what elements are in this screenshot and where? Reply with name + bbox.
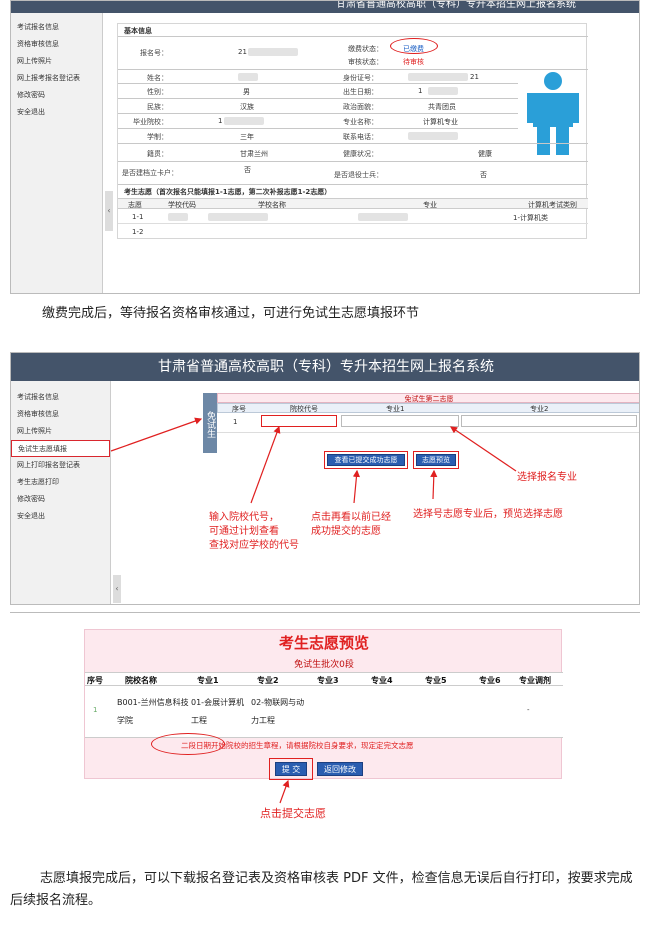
politic-label: 政治面貌：: [343, 103, 378, 111]
nation-value: 汉族: [240, 103, 254, 111]
paragraph-after-payment: 缴费完成后，等待报名资格审核通过，可进行免试生志愿填报环节: [42, 306, 420, 321]
top-title: 甘肃省普通高校高职（专科）专升本招生网上报名系统: [336, 1, 576, 10]
table-row: 1-1 1-计算机类: [118, 210, 588, 224]
gender-value: 男: [243, 88, 250, 96]
paragraph-after-submit: 志愿填报完成后，可以下载报名登记表及资格审核表 PDF 文件，检查信息无误后自行…: [10, 871, 633, 908]
card-value: 否: [244, 166, 251, 174]
sidebar: 考试报名信息 资格审核信息 网上传照片 网上报考报名登记表 修改密码 安全退出: [11, 13, 103, 293]
audit-status-label: 审核状态：: [348, 58, 383, 66]
pay-status-highlight-ellipse: [390, 38, 438, 54]
school-value: 1: [218, 117, 223, 125]
annotation-arrows: [110, 417, 517, 504]
screenshot-registration-info: 甘肃省普通高校高职（专科）专升本招生网上报名系统 考试报名信息 资格审核信息 网…: [10, 0, 640, 294]
table-row: 1-2: [132, 228, 144, 236]
top-title-bar: 甘肃省普通高校高职（专科）专升本招生网上报名系统: [11, 1, 639, 13]
reg-no-label: 报名号：: [140, 49, 168, 57]
birth-value: 1: [418, 87, 423, 95]
screenshot-wish-entry: 甘肃省普通高校高职（专科）专升本招生网上报名系统 考试报名信息 资格审核信息 网…: [10, 352, 640, 605]
sidebar-item-exam-info[interactable]: 考试报名信息: [11, 19, 102, 36]
screenshot-wish-preview: 考生志愿预览 免试生批次0段 序号 院校名称 专业1 专业2 专业3 专业4 专…: [10, 612, 640, 832]
info-panel: 基本信息 报名号： 21 缴费状态： 已缴费 审核状态： 待审核 姓名： 身份证…: [117, 23, 588, 239]
sidebar-item-password[interactable]: 修改密码: [11, 87, 102, 104]
origin-value: 甘肃兰州: [240, 150, 268, 158]
id-label: 身份证号：: [343, 74, 378, 82]
sidebar-item-print[interactable]: 网上报考报名登记表: [11, 70, 102, 87]
sidebar-toggle[interactable]: ‹: [105, 191, 113, 231]
wish-title: 考生志愿（首次报名只能填报1-1志愿，第二次补报志愿1-2志愿）: [124, 188, 332, 196]
soldier-value: 否: [480, 171, 487, 179]
reg-no-value: 21: [238, 48, 247, 56]
section-title: 基本信息: [124, 27, 152, 35]
pay-status-label: 缴费状态：: [348, 45, 383, 53]
audit-status-value: 待审核: [403, 58, 424, 66]
health-value: 健康: [478, 150, 492, 158]
nation-label: 民族：: [147, 103, 168, 111]
health-label: 健康状况：: [343, 150, 378, 158]
soldier-label: 是否退役士兵：: [334, 171, 383, 179]
wish-table-header: 志愿 学校代码 学校名称 专业 计算机考试类别: [118, 198, 588, 209]
school-label: 毕业院校：: [133, 118, 168, 126]
sidebar-item-audit-info[interactable]: 资格审核信息: [11, 36, 102, 53]
origin-label: 籍贯：: [147, 150, 168, 158]
major-label: 专业名称：: [343, 118, 378, 126]
submit-arrow: [279, 779, 290, 804]
name-label: 姓名：: [147, 74, 168, 82]
card-label: 是否建档立卡户：: [122, 169, 178, 177]
annotation-submit: 点击提交志愿: [260, 807, 326, 820]
major-value: 计算机专业: [423, 118, 458, 126]
phone-label: 联系电话：: [343, 133, 378, 141]
politic-value: 共青团员: [428, 103, 456, 111]
sidebar-item-logout[interactable]: 安全退出: [11, 104, 102, 121]
gender-label: 性别：: [147, 88, 168, 96]
birth-label: 出生日期：: [343, 88, 378, 96]
sidebar-item-photo[interactable]: 网上传照片: [11, 53, 102, 70]
avatar: [523, 69, 583, 159]
id-value: 21: [470, 73, 479, 81]
edu-label: 学制：: [147, 133, 168, 141]
edu-value: 三年: [240, 133, 254, 141]
